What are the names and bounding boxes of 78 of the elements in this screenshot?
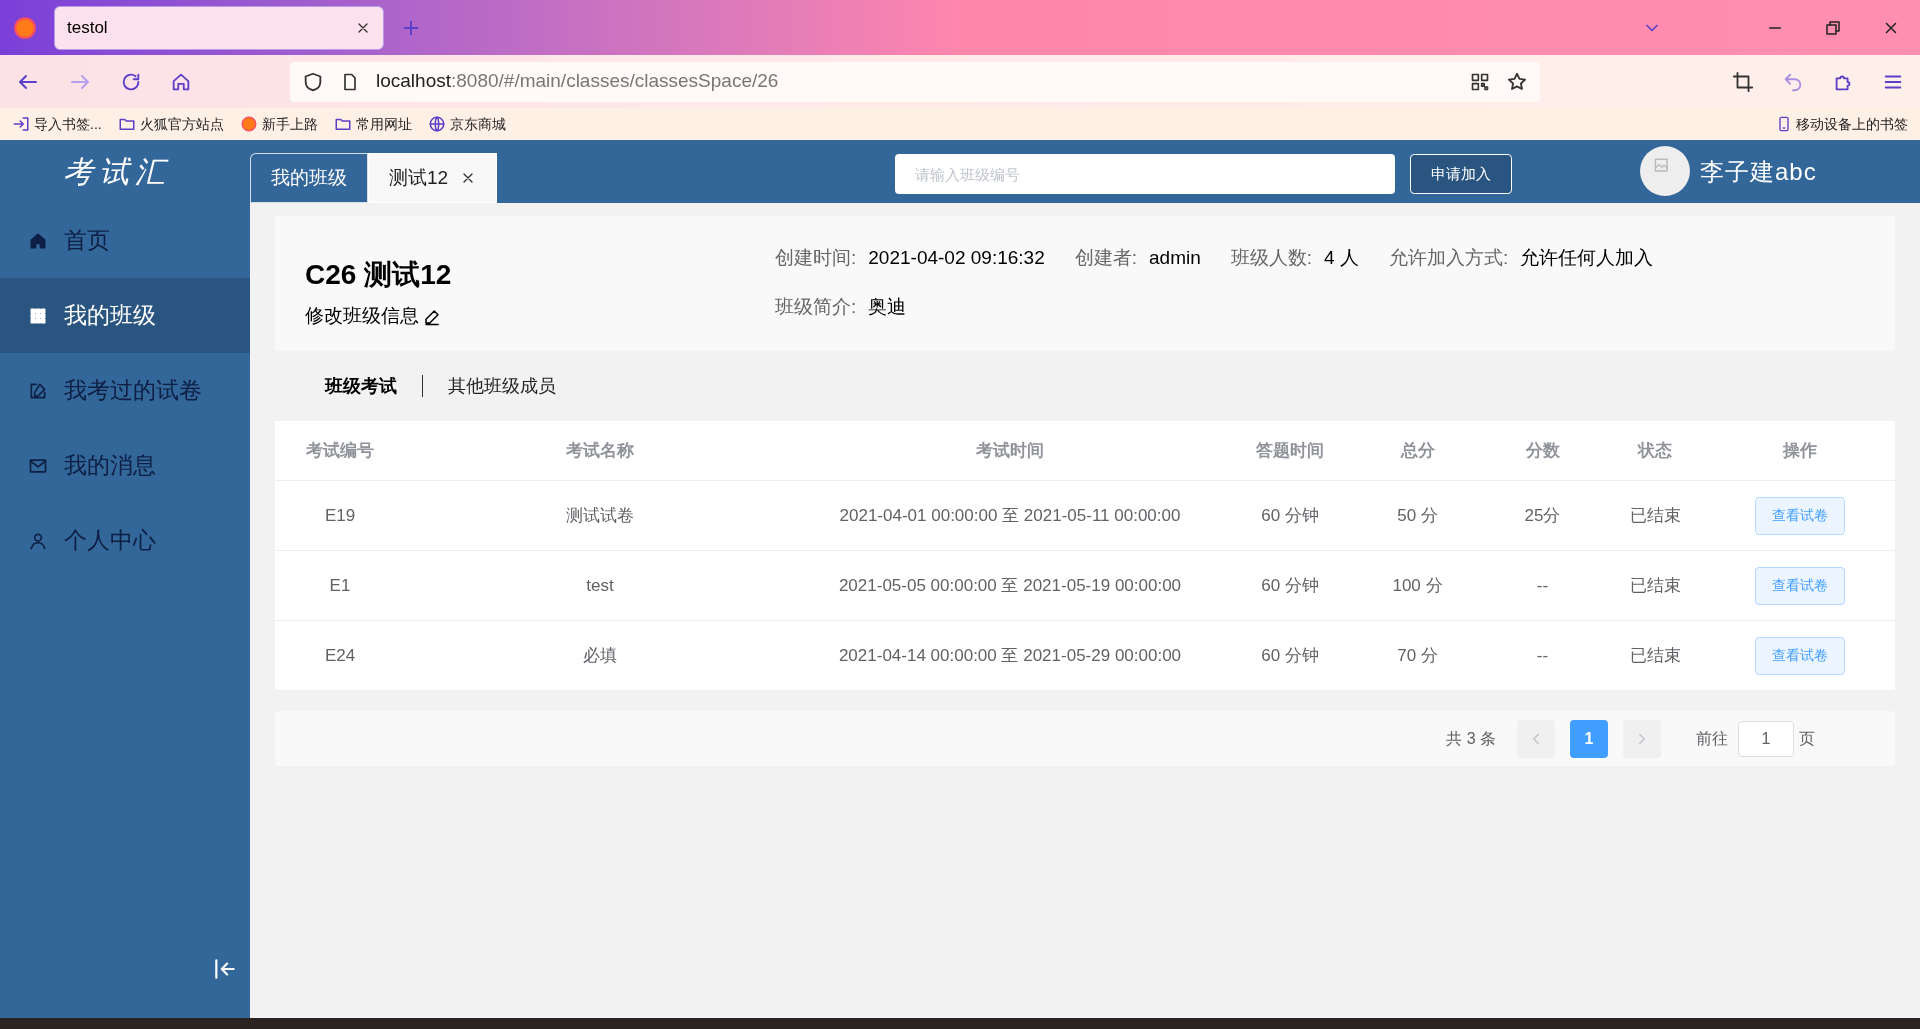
collapse-icon[interactable]: [212, 956, 238, 982]
url-text: localhost:8080/#/main/classes/classesSpace/26: [376, 69, 780, 94]
table-cell-text: 60 分钟: [1261, 574, 1319, 597]
goto-label: 前往: [1696, 728, 1728, 749]
column-header: 答题时间: [1255, 439, 1325, 462]
table-cell-text: 2021-04-01 00:00:00 至 2021-05-11 00:00:00: [839, 504, 1181, 527]
globe-icon: [427, 115, 446, 133]
search-field[interactable]: 请输入班级编号: [895, 154, 1395, 194]
field-value: admin: [1149, 246, 1201, 270]
page-tab[interactable]: 我的班级: [250, 153, 368, 203]
column-header: 考试名称: [565, 439, 635, 462]
phone-icon: [1776, 115, 1792, 133]
field-value: 奥迪: [868, 294, 907, 319]
table-cell-text: 2021-04-14 00:00:00 至 2021-05-29 00:00:00: [838, 644, 1182, 667]
column-header: 考试编号: [305, 439, 375, 462]
shield-icon: [302, 70, 324, 93]
table-cell-text: --: [1536, 644, 1549, 667]
bookmark[interactable]: 火狐官方站点: [117, 113, 224, 135]
bookmark[interactable]: 新手上路: [239, 113, 318, 135]
app-logo: 考试汇: [62, 153, 172, 191]
bookmark[interactable]: 移动设备上的书签: [1776, 113, 1908, 135]
column-header: 总分: [1399, 439, 1436, 462]
field-label: 创建者:: [1074, 246, 1137, 270]
bookmark[interactable]: 常用网址: [333, 113, 412, 135]
page-suffix: 页: [1799, 728, 1815, 749]
field-label: 允许加入方式:: [1388, 246, 1509, 270]
column-header: 状态: [1636, 439, 1673, 462]
table-cell-text: 70 分: [1397, 644, 1438, 667]
table-cell-text: 50 分: [1397, 504, 1438, 527]
field-label: 班级简介:: [775, 294, 857, 319]
page-tab[interactable]: 测试12: [368, 153, 498, 203]
crop-icon[interactable]: [1732, 70, 1754, 93]
field-label: 班级人数:: [1230, 246, 1313, 270]
column-header: 考试时间: [975, 439, 1045, 462]
bookmark[interactable]: 京东商城: [427, 113, 506, 135]
field-value: 允许任何人加入: [1520, 246, 1654, 270]
table-cell-text: 60 分钟: [1261, 504, 1319, 527]
class-title: C26 测试12: [305, 258, 453, 293]
tab-title: testol: [67, 16, 109, 39]
column-header: 分数: [1524, 439, 1561, 462]
join-button[interactable]: 申请加入: [1410, 154, 1512, 194]
bookmark[interactable]: 导入书签...: [12, 113, 102, 135]
table-cell-text: 必填: [583, 644, 617, 667]
section-tab[interactable]: 其他班级成员: [448, 372, 556, 400]
pencil-icon: [423, 307, 441, 326]
section-tab[interactable]: 班级考试: [325, 372, 397, 400]
field-label: 创建时间:: [775, 246, 857, 270]
table-cell-text: E1: [329, 574, 351, 597]
table-cell-text: E19: [324, 504, 356, 527]
total-count: 共 3 条: [1446, 728, 1496, 749]
sidebar-item[interactable]: 我的班级: [0, 278, 250, 353]
table-cell-text: 100 分: [1392, 574, 1443, 597]
table-cell-text: --: [1536, 574, 1549, 597]
page-input[interactable]: 1: [1738, 720, 1794, 757]
firefox-logo-icon: [12, 14, 38, 41]
table-cell-text: 2021-05-05 00:00:00 至 2021-05-19 00:00:00: [838, 574, 1182, 597]
avatar-icon: [1640, 146, 1690, 196]
edit-class-link[interactable]: 修改班级信息: [305, 302, 441, 331]
table-cell-text: test: [586, 574, 614, 597]
column-header: 操作: [1781, 439, 1818, 462]
field-value: 4 人: [1324, 246, 1359, 270]
qr-code-icon[interactable]: [1470, 71, 1490, 92]
edit-icon: [28, 380, 48, 401]
table-cell-text: E24: [324, 644, 356, 667]
table-cell-text: 已结束: [1629, 644, 1681, 667]
address-bar[interactable]: localhost:8080/#/main/classes/classesSpace/26: [290, 61, 1540, 102]
table-cell-text: 测试试卷: [566, 504, 634, 527]
restore-icon[interactable]: [1824, 18, 1842, 37]
star-icon[interactable]: [1506, 70, 1528, 93]
table-cell-text: 已结束: [1629, 574, 1681, 597]
import-icon: [12, 115, 30, 133]
user-name: 李子建abc: [1700, 157, 1817, 187]
table-cell-text: 已结束: [1629, 504, 1681, 527]
table-cell-text: 25分: [1524, 504, 1561, 527]
firefox-logo-icon: [239, 115, 258, 133]
field-value: 2021-04-02 09:16:32: [868, 246, 1045, 270]
table-cell-text: 60 分钟: [1261, 644, 1319, 667]
browser-tab[interactable]: testol: [54, 5, 384, 50]
